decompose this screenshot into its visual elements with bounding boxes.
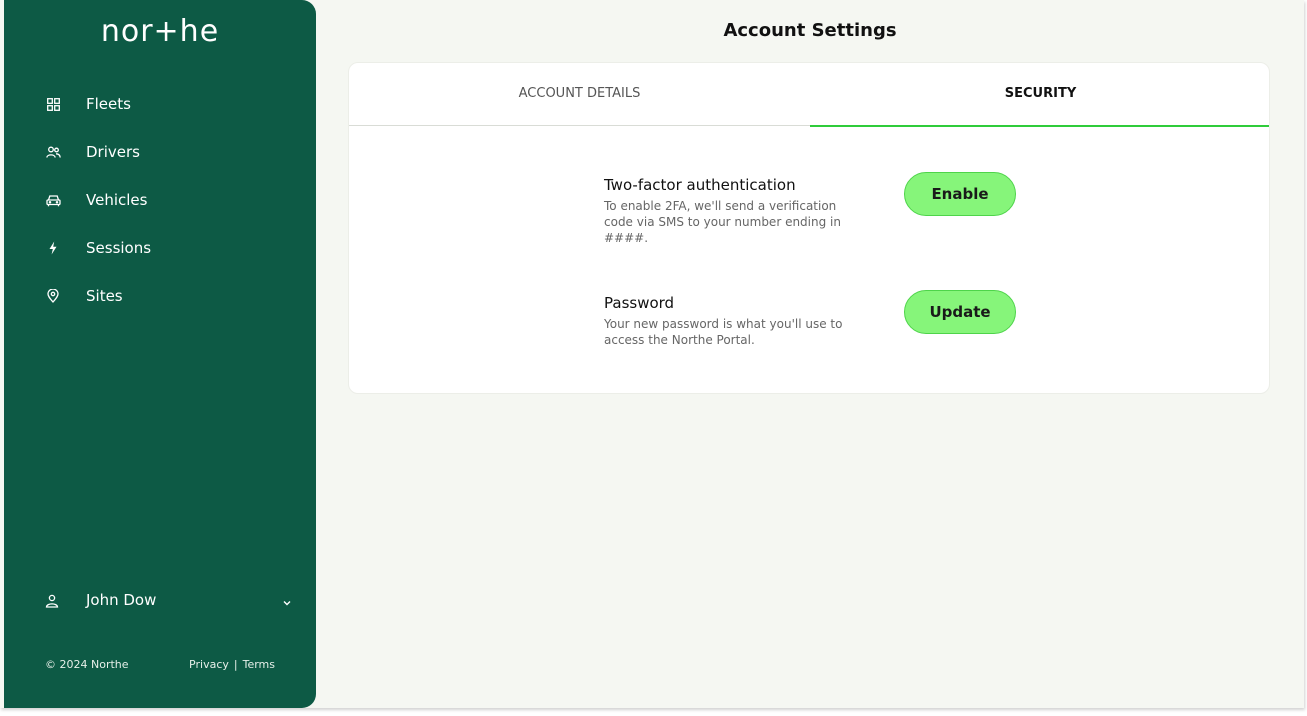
sidebar: nor+he Fleets Drivers Vehicles Sessions …: [4, 0, 316, 708]
sidebar-item-label: Fleets: [86, 95, 131, 113]
sidebar-item-drivers[interactable]: Drivers: [4, 128, 316, 176]
password-title: Password: [604, 294, 675, 312]
privacy-link[interactable]: Privacy: [189, 658, 229, 671]
car-icon: [45, 192, 61, 208]
user-icon: [45, 593, 61, 609]
sidebar-item-fleets[interactable]: Fleets: [4, 80, 316, 128]
bolt-icon: [45, 240, 61, 256]
sidebar-item-sessions[interactable]: Sessions: [4, 224, 316, 272]
tab-security[interactable]: SECURITY: [810, 63, 1269, 127]
terms-link[interactable]: Terms: [243, 658, 275, 671]
copyright-text: © 2024 Northe: [45, 658, 129, 671]
sidebar-item-label: Sites: [86, 287, 123, 305]
page-title: Account Settings: [723, 20, 897, 41]
update-password-button[interactable]: Update: [904, 290, 1016, 334]
enable-2fa-button[interactable]: Enable: [904, 172, 1016, 216]
footer-separator: |: [233, 658, 238, 671]
tab-account-details[interactable]: ACCOUNT DETAILS: [349, 63, 810, 126]
chevron-down-icon[interactable]: [281, 594, 295, 608]
grid-icon: [45, 96, 61, 112]
password-setting: Password Your new password is what you'l…: [604, 294, 864, 348]
sidebar-item-label: Sessions: [86, 239, 152, 257]
footer-links: Privacy | Terms: [189, 658, 275, 671]
sidebar-item-label: Vehicles: [86, 191, 148, 209]
two-factor-title: Two-factor authentication: [604, 176, 796, 194]
sidebar-item-vehicles[interactable]: Vehicles: [4, 176, 316, 224]
app-window: nor+he Fleets Drivers Vehicles Sessions …: [0, 0, 1304, 708]
password-description: Your new password is what you'll use to …: [604, 317, 843, 347]
sidebar-nav: Fleets Drivers Vehicles Sessions Sites: [4, 80, 316, 320]
two-factor-description: To enable 2FA, we'll send a verification…: [604, 199, 841, 245]
sidebar-item-label: Drivers: [86, 143, 140, 161]
map-pin-icon: [45, 288, 61, 304]
settings-card: ACCOUNT DETAILS SECURITY Two-factor auth…: [348, 62, 1270, 394]
users-icon: [45, 144, 61, 160]
user-menu[interactable]: John Dow: [4, 588, 316, 614]
sidebar-item-sites[interactable]: Sites: [4, 272, 316, 320]
brand-logo[interactable]: nor+he: [4, 14, 316, 49]
tab-bar: ACCOUNT DETAILS SECURITY: [349, 63, 1269, 127]
user-name: John Dow: [86, 591, 157, 609]
two-factor-setting: Two-factor authentication To enable 2FA,…: [604, 176, 864, 246]
